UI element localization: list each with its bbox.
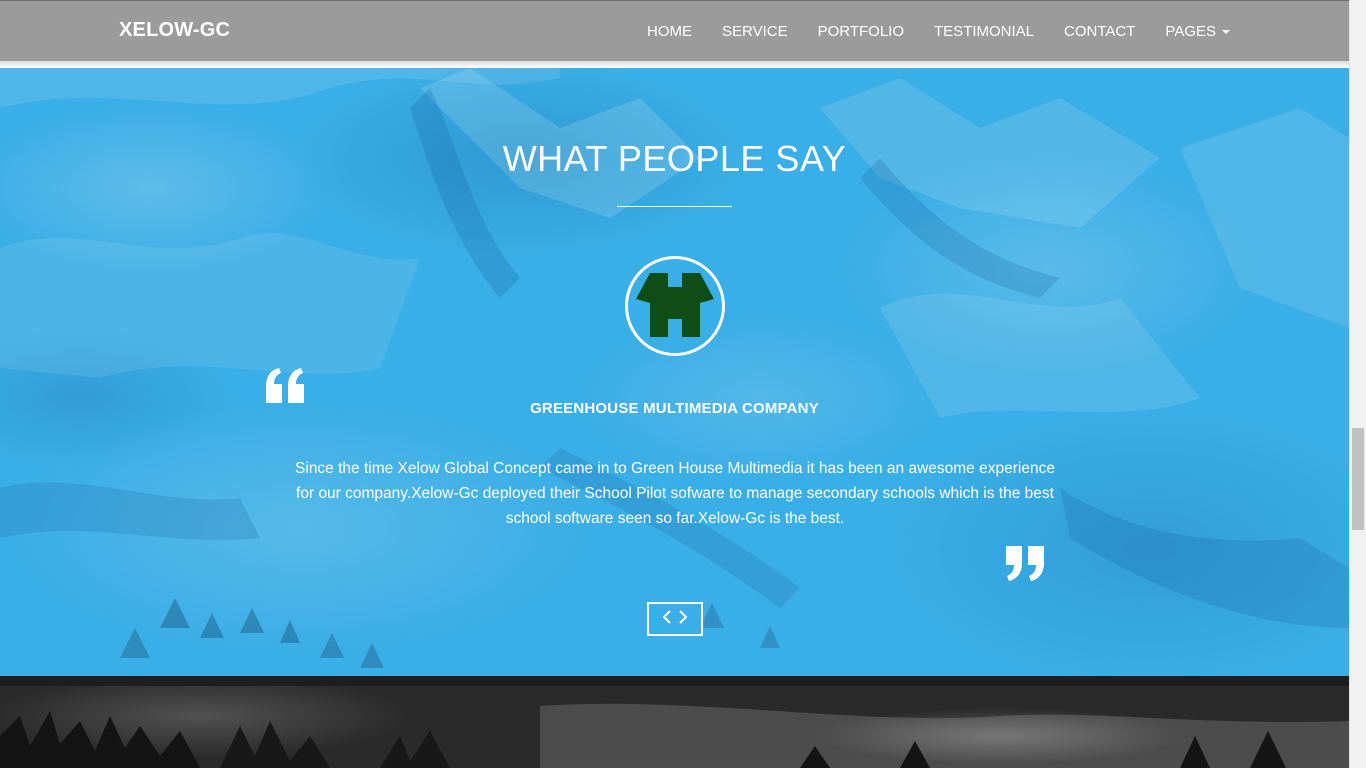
- chevron-left-icon[interactable]: [662, 609, 672, 629]
- section-title: WHAT PEOPLE SAY: [502, 138, 847, 179]
- scrollbar[interactable]: [1349, 0, 1366, 768]
- title-divider: [617, 206, 732, 207]
- nav-item-label: HOME: [647, 22, 693, 40]
- nav-item-label: SERVICE: [722, 22, 788, 40]
- nav-item-testimonial[interactable]: TESTIMONIAL: [934, 23, 1034, 40]
- caret-down-icon: [1222, 30, 1230, 34]
- navbar: XELOW-GC HOME SERVICE PORTFOLIO TESTIMON…: [0, 0, 1349, 61]
- quote-close-icon: [1006, 546, 1044, 581]
- nav-item-contact[interactable]: CONTACT: [1064, 23, 1135, 40]
- client-name: GREENHOUSE MULTIMEDIA COMPANY: [530, 400, 819, 417]
- testimonial-section: WHAT PEOPLE SAY GREENHOUSE MULTIMEDIA CO…: [0, 68, 1349, 676]
- nav-item-pages-dropdown[interactable]: PAGES: [1165, 23, 1230, 40]
- brand-logo[interactable]: XELOW-GC: [119, 19, 230, 42]
- page: XELOW-GC HOME SERVICE PORTFOLIO TESTIMON…: [0, 0, 1366, 768]
- client-avatar: [625, 256, 725, 356]
- nav-item-service[interactable]: SERVICE: [722, 23, 788, 40]
- nav-item-label: CONTACT: [1064, 22, 1136, 40]
- nav-item-home[interactable]: HOME: [647, 23, 692, 40]
- forest-background: [0, 676, 1349, 768]
- nav-item-label: PORTFOLIO: [817, 22, 905, 40]
- greenhouse-logo-icon: [636, 273, 714, 337]
- quote-open-icon: [266, 368, 304, 403]
- scrollbar-thumb[interactable]: [1352, 428, 1364, 530]
- nav-menu: HOME SERVICE PORTFOLIO TESTIMONIAL CONTA…: [617, 1, 1230, 61]
- chevron-right-icon[interactable]: [678, 609, 688, 629]
- navbar-shadow: [0, 61, 1349, 68]
- carousel-control: [647, 602, 703, 636]
- nav-item-label: PAGES: [1165, 22, 1216, 40]
- nav-item-portfolio[interactable]: PORTFOLIO: [818, 23, 904, 40]
- testimonial-quote: Since the time Xelow Global Concept came…: [295, 460, 1055, 527]
- nav-item-label: TESTIMONIAL: [934, 22, 1035, 40]
- next-section-background: [0, 676, 1349, 768]
